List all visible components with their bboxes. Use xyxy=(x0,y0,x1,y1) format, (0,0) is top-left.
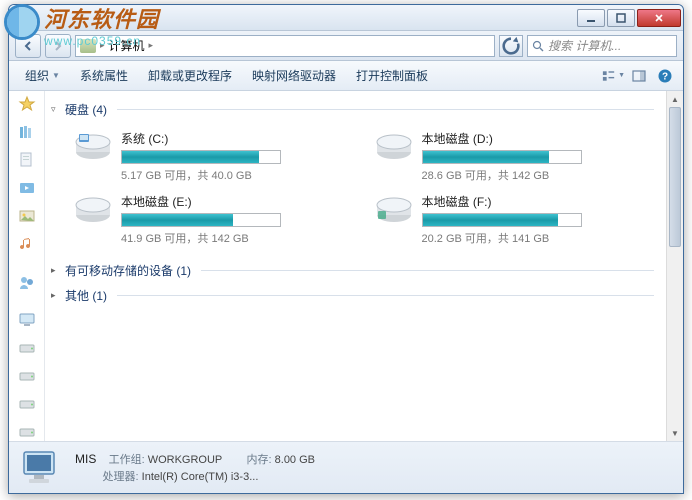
toolbar: 组织▼ 系统属性 卸载或更改程序 映射网络驱动器 打开控制面板 ▼ ? xyxy=(9,61,683,91)
explorer-window: ▸ 计算机 ▸ 搜索 计算机... 组织▼ 系统属性 卸载或更改程序 映射网络驱… xyxy=(8,4,684,494)
collapse-arrow-icon: ▿ xyxy=(51,104,61,115)
memory-value: 8.00 GB xyxy=(275,454,315,466)
drive-name: 系统 (C:) xyxy=(121,130,350,147)
details-pane: MIS 工作组: WORKGROUP 内存: 8.00 GB 处理器: Inte… xyxy=(9,441,683,493)
drive-status: 20.2 GB 可用，共 141 GB xyxy=(422,230,651,246)
group-label: 其他 (1) xyxy=(65,287,107,304)
breadcrumb-computer[interactable]: 计算机 xyxy=(109,37,145,54)
map-network-drive-button[interactable]: 映射网络驱动器 xyxy=(242,63,346,88)
computer-icon xyxy=(80,39,96,53)
workgroup-label: 工作组: xyxy=(109,454,145,466)
drive-d-icon[interactable] xyxy=(17,367,37,385)
expand-arrow-icon: ▸ xyxy=(51,265,61,276)
details-text: MIS 工作组: WORKGROUP 内存: 8.00 GB 处理器: Inte… xyxy=(75,450,315,485)
search-icon xyxy=(532,40,544,52)
group-divider xyxy=(201,270,654,271)
content-scroll[interactable]: ▿ 硬盘 (4) 系统 (C:) 5.17 GB 可用，共 40.0 GB xyxy=(45,91,666,441)
homegroup-icon[interactable] xyxy=(17,273,37,291)
drive-status: 28.6 GB 可用，共 142 GB xyxy=(422,167,651,183)
music-icon[interactable] xyxy=(17,235,37,253)
search-placeholder: 搜索 计算机... xyxy=(548,37,621,54)
memory-label: 内存: xyxy=(247,454,272,466)
help-button[interactable]: ? xyxy=(653,65,677,87)
drive-item-e[interactable]: 本地磁盘 (E:) 41.9 GB 可用，共 142 GB xyxy=(71,191,352,248)
organize-menu[interactable]: 组织▼ xyxy=(15,63,70,88)
drive-name: 本地磁盘 (D:) xyxy=(422,130,651,147)
uninstall-programs-button[interactable]: 卸载或更改程序 xyxy=(138,63,242,88)
body: ▿ 硬盘 (4) 系统 (C:) 5.17 GB 可用，共 40.0 GB xyxy=(9,91,683,441)
maximize-button[interactable] xyxy=(607,9,635,27)
cpu-value: Intel(R) Core(TM) i3-3... xyxy=(142,471,259,483)
drive-item-d[interactable]: 本地磁盘 (D:) 28.6 GB 可用，共 142 GB xyxy=(372,128,653,185)
drive-item-f[interactable]: 本地磁盘 (F:) 20.2 GB 可用，共 141 GB xyxy=(372,191,653,248)
group-divider xyxy=(117,295,654,296)
documents-icon[interactable] xyxy=(17,151,37,169)
drive-name: 本地磁盘 (E:) xyxy=(121,193,350,210)
drive-status: 5.17 GB 可用，共 40.0 GB xyxy=(121,167,350,183)
drive-grid: 系统 (C:) 5.17 GB 可用，共 40.0 GB 本地磁盘 (D:) 2… xyxy=(49,122,656,258)
address-bar[interactable]: ▸ 计算机 ▸ xyxy=(75,35,495,57)
chevron-down-icon: ▼ xyxy=(618,72,625,79)
nav-forward-button[interactable] xyxy=(45,34,71,58)
svg-text:?: ? xyxy=(662,71,668,82)
hdd-icon xyxy=(73,193,113,225)
drive-c-icon[interactable] xyxy=(17,339,37,357)
scroll-thumb[interactable] xyxy=(669,107,681,247)
nav-back-button[interactable] xyxy=(15,34,41,58)
pictures-icon[interactable] xyxy=(17,207,37,225)
computer-large-icon xyxy=(19,448,63,488)
close-button[interactable] xyxy=(637,9,681,27)
group-divider xyxy=(117,109,654,110)
drive-status: 41.9 GB 可用，共 142 GB xyxy=(121,230,350,246)
open-control-panel-button[interactable]: 打开控制面板 xyxy=(346,63,438,88)
view-options-button[interactable]: ▼ xyxy=(601,65,625,87)
group-header-removable[interactable]: ▸ 有可移动存储的设备 (1) xyxy=(49,258,656,283)
crumb-sep-icon: ▸ xyxy=(100,40,105,51)
navbar: ▸ 计算机 ▸ 搜索 计算机... xyxy=(9,31,683,61)
drive-capacity-bar xyxy=(422,213,582,227)
expand-arrow-icon: ▸ xyxy=(51,290,61,301)
computer-tree-icon[interactable] xyxy=(17,311,37,329)
drive-f-icon[interactable] xyxy=(17,423,37,441)
libraries-icon[interactable] xyxy=(17,123,37,141)
drive-capacity-bar xyxy=(121,150,281,164)
chevron-down-icon: ▼ xyxy=(52,71,60,80)
hdd-icon xyxy=(73,130,113,162)
group-header-other[interactable]: ▸ 其他 (1) xyxy=(49,283,656,308)
group-label: 硬盘 (4) xyxy=(65,101,107,118)
favorites-icon[interactable] xyxy=(17,95,37,113)
scroll-down-arrow-icon[interactable]: ▼ xyxy=(667,425,683,441)
drive-item-c[interactable]: 系统 (C:) 5.17 GB 可用，共 40.0 GB xyxy=(71,128,352,185)
minimize-button[interactable] xyxy=(577,9,605,27)
refresh-button[interactable] xyxy=(499,35,523,57)
titlebar xyxy=(9,5,683,31)
drive-capacity-bar xyxy=(422,150,582,164)
cpu-label: 处理器: xyxy=(103,471,139,483)
crumb-sep-icon: ▸ xyxy=(149,40,154,51)
group-label: 有可移动存储的设备 (1) xyxy=(65,262,191,279)
drive-name: 本地磁盘 (F:) xyxy=(422,193,651,210)
sidebar xyxy=(9,91,45,441)
workgroup-value: WORKGROUP xyxy=(148,454,222,466)
hdd-icon xyxy=(374,130,414,162)
hdd-icon xyxy=(374,193,414,225)
content-pane: ▿ 硬盘 (4) 系统 (C:) 5.17 GB 可用，共 40.0 GB xyxy=(45,91,666,441)
search-input[interactable]: 搜索 计算机... xyxy=(527,35,677,57)
vertical-scrollbar[interactable]: ▲ ▼ xyxy=(666,91,683,441)
scroll-up-arrow-icon[interactable]: ▲ xyxy=(667,91,683,107)
preview-pane-button[interactable] xyxy=(627,65,651,87)
computer-name: MIS xyxy=(75,452,96,466)
system-properties-button[interactable]: 系统属性 xyxy=(70,63,138,88)
drive-capacity-bar xyxy=(121,213,281,227)
drive-e-icon[interactable] xyxy=(17,395,37,413)
videos-icon[interactable] xyxy=(17,179,37,197)
group-header-hdd[interactable]: ▿ 硬盘 (4) xyxy=(49,97,656,122)
